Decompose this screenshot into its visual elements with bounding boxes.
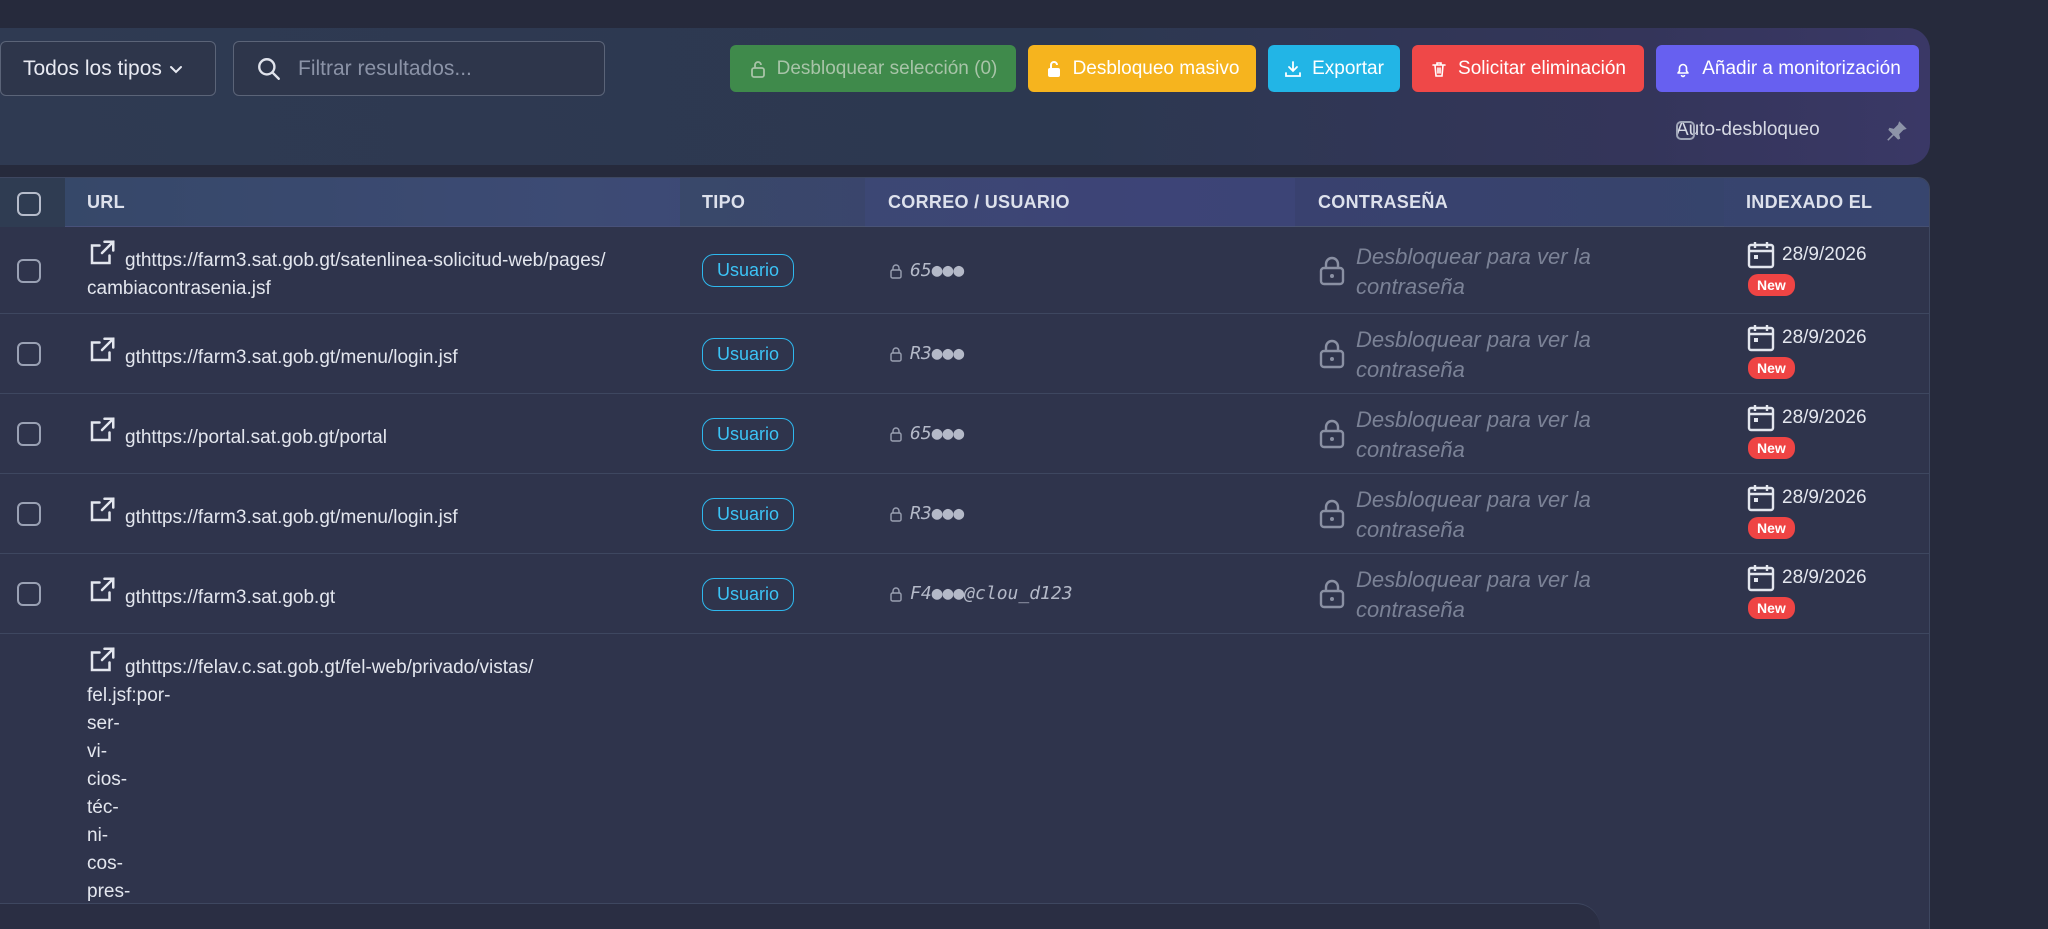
password-cell[interactable]: Desbloquear para ver la contraseña — [1318, 565, 1616, 625]
type-filter-value: Todos los tipos — [23, 56, 162, 80]
toolbar: Todos los tipos Desbloquear selección (0… — [0, 28, 1930, 165]
lock-icon — [890, 346, 902, 362]
unlock-selection-label: Desbloquear selección (0) — [776, 57, 998, 79]
chevron-down-icon — [169, 65, 182, 73]
user-value: 65●●● — [888, 260, 964, 281]
external-link-icon[interactable] — [87, 238, 117, 268]
indexed-date: 28/9/2026 New — [1746, 323, 1867, 379]
indexed-date: 28/9/2026 New — [1746, 240, 1867, 296]
calendar-icon — [1747, 565, 1775, 592]
lock-icon — [890, 426, 902, 442]
table-row: gthttps://portal.sat.gob.gt/portal Usuar… — [0, 395, 1929, 474]
unlock-selection-button[interactable]: Desbloquear selección (0) — [730, 45, 1016, 92]
type-filter-select[interactable]: Todos los tipos — [0, 41, 216, 96]
user-value: R3●●● — [888, 343, 964, 364]
auto-unlock-label: Auto-desbloqueo — [1676, 119, 1820, 140]
calendar-icon — [1747, 325, 1775, 352]
column-header-url[interactable]: URL — [87, 178, 125, 227]
select-all-checkbox[interactable] — [17, 192, 41, 216]
new-badge: New — [1748, 517, 1795, 539]
add-monitor-button[interactable]: Añadir a monitorización — [1656, 45, 1919, 92]
external-link-icon[interactable] — [87, 415, 117, 445]
lock-icon — [1319, 499, 1345, 529]
row-checkbox[interactable] — [17, 342, 41, 366]
lock-icon — [890, 506, 902, 522]
table-row: gthttps://farm3.sat.gob.gt/menu/login.js… — [0, 475, 1929, 554]
search-icon — [258, 57, 280, 80]
password-cell[interactable]: Desbloquear para ver la contraseña — [1318, 405, 1616, 465]
new-badge: New — [1748, 597, 1795, 619]
password-cell[interactable]: Desbloquear para ver la contraseña — [1318, 485, 1616, 545]
export-button[interactable]: Exportar — [1268, 45, 1400, 92]
pin-icon[interactable] — [1884, 118, 1910, 144]
indexed-date: 28/9/2026 New — [1746, 403, 1867, 459]
request-delete-button[interactable]: Solicitar eliminación — [1412, 45, 1644, 92]
bell-icon — [1677, 63, 1690, 77]
mass-unlock-label: Desbloqueo masivo — [1072, 57, 1240, 79]
calendar-icon — [1747, 242, 1775, 269]
lock-icon — [1319, 256, 1345, 286]
password-cell[interactable]: Desbloquear para ver la contraseña — [1318, 242, 1616, 302]
external-link-icon[interactable] — [87, 575, 117, 605]
lock-icon — [890, 263, 902, 279]
table-row: gthttps://farm3.sat.gob.gt Usuario F4●●●… — [0, 555, 1929, 634]
request-delete-label: Solicitar eliminación — [1458, 57, 1626, 79]
user-value: 65●●● — [888, 423, 964, 444]
row-url[interactable]: gthttps://farm3.sat.gob.gt/menu/login.js… — [87, 495, 458, 532]
horizontal-scrollbar[interactable] — [0, 903, 1600, 929]
column-header-user[interactable]: CORREO / USUARIO — [888, 178, 1070, 227]
calendar-icon — [1747, 485, 1775, 512]
type-badge: Usuario — [702, 498, 794, 531]
row-url[interactable]: gthttps://portal.sat.gob.gt/portal — [87, 415, 387, 452]
indexed-date: 28/9/2026 New — [1746, 483, 1867, 539]
row-checkbox[interactable] — [17, 259, 41, 283]
search-field[interactable] — [233, 41, 605, 96]
new-badge: New — [1748, 274, 1795, 296]
column-header-type[interactable]: TIPO — [702, 178, 745, 227]
row-checkbox[interactable] — [17, 582, 41, 606]
row-checkbox[interactable] — [17, 422, 41, 446]
calendar-icon — [1747, 405, 1775, 432]
row-checkbox[interactable] — [17, 502, 41, 526]
results-table: URL TIPO CORREO / USUARIO CONTRASEÑA IND… — [0, 177, 1930, 929]
password-cell[interactable]: Desbloquear para ver la contraseña — [1318, 325, 1616, 385]
auto-unlock-checkbox[interactable] — [1676, 120, 1695, 140]
type-badge: Usuario — [702, 254, 794, 287]
external-link-icon[interactable] — [87, 645, 117, 675]
lock-icon — [1319, 419, 1345, 449]
auto-unlock-toggle[interactable]: Auto-desbloqueo — [1676, 119, 1820, 141]
table-row: gthttps://felav.c.sat.gob.gt/fel-web/pri… — [0, 635, 1929, 929]
table-row: gthttps://farm3.sat.gob.gt/satenlinea-so… — [0, 228, 1929, 314]
trash-icon — [1432, 61, 1446, 77]
user-value: R3●●● — [888, 503, 964, 524]
mass-unlock-button[interactable]: Desbloqueo masivo — [1028, 45, 1256, 92]
external-link-icon[interactable] — [87, 335, 117, 365]
new-badge: New — [1748, 437, 1795, 459]
row-url[interactable]: gthttps://felav.c.sat.gob.gt/fel-web/pri… — [87, 645, 533, 906]
row-url[interactable]: gthttps://farm3.sat.gob.gt/satenlinea-so… — [87, 238, 606, 303]
type-badge: Usuario — [702, 578, 794, 611]
row-url[interactable]: gthttps://farm3.sat.gob.gt — [87, 575, 335, 612]
add-monitor-label: Añadir a monitorización — [1702, 57, 1901, 79]
lock-icon — [890, 586, 902, 602]
column-header-password[interactable]: CONTRASEÑA — [1318, 178, 1448, 227]
type-badge: Usuario — [702, 418, 794, 451]
user-value: F4●●●@clou_d123 — [888, 583, 1073, 604]
export-label: Exportar — [1312, 57, 1384, 79]
search-input[interactable] — [298, 56, 598, 81]
external-link-icon[interactable] — [87, 495, 117, 525]
unlock-icon — [1047, 60, 1060, 77]
lock-icon — [1319, 339, 1345, 369]
table-header: URL TIPO CORREO / USUARIO CONTRASEÑA IND… — [0, 178, 1929, 227]
type-badge: Usuario — [702, 338, 794, 371]
download-icon — [1285, 60, 1301, 77]
lock-icon — [1319, 579, 1345, 609]
table-row: gthttps://farm3.sat.gob.gt/menu/login.js… — [0, 315, 1929, 394]
column-header-indexed[interactable]: INDEXADO EL — [1746, 178, 1872, 227]
row-url[interactable]: gthttps://farm3.sat.gob.gt/menu/login.js… — [87, 335, 458, 372]
new-badge: New — [1748, 357, 1795, 379]
indexed-date: 28/9/2026 New — [1746, 563, 1867, 619]
unlock-icon — [750, 60, 765, 78]
